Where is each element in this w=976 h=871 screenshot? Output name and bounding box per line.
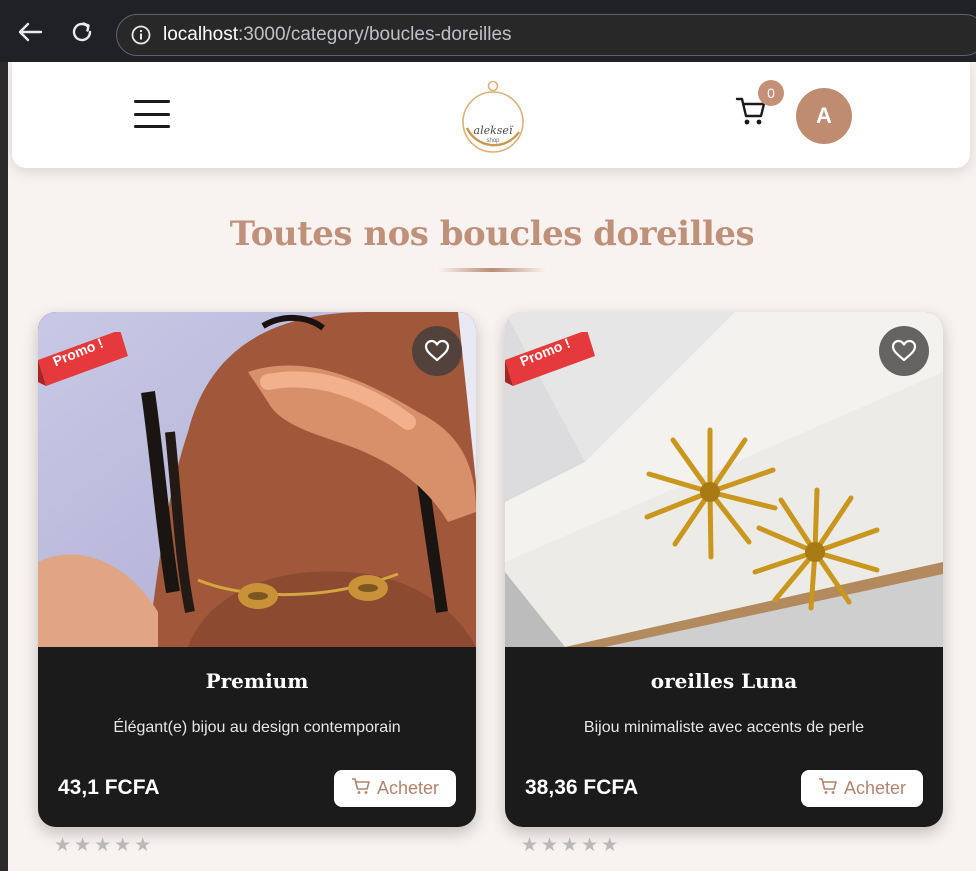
product-price: 43,1 FCFA bbox=[58, 776, 160, 799]
title-underline bbox=[438, 268, 546, 272]
wishlist-heart-icon[interactable] bbox=[879, 326, 929, 376]
product-card-body: oreilles Luna Bijou minimaliste avec acc… bbox=[505, 647, 943, 827]
page: alekseï shop 0 A Toutes nos boucles dore… bbox=[8, 62, 976, 871]
url-text: localhost:3000/category/boucles-doreille… bbox=[163, 24, 512, 46]
browser-toolbar: localhost:3000/category/boucles-doreille… bbox=[0, 0, 976, 62]
buy-button[interactable]: Acheter bbox=[334, 770, 456, 807]
star-icon[interactable]: ★ bbox=[134, 834, 151, 856]
star-icon[interactable]: ★ bbox=[54, 834, 71, 856]
address-bar[interactable]: localhost:3000/category/boucles-doreille… bbox=[116, 14, 976, 56]
url-path: :3000/category/boucles-doreilles bbox=[238, 24, 512, 45]
star-icon[interactable]: ★ bbox=[521, 834, 538, 856]
shop-logo[interactable]: alekseï shop bbox=[457, 78, 529, 156]
product-image[interactable]: Promo ! bbox=[505, 312, 943, 647]
product-name[interactable]: Premium bbox=[38, 669, 476, 693]
star-icon[interactable]: ★ bbox=[601, 834, 618, 856]
product-image[interactable]: Promo ! bbox=[38, 312, 476, 647]
product-card[interactable]: Promo ! oreilles Luna Bijou minimaliste … bbox=[505, 312, 943, 827]
promo-badge: Promo ! bbox=[38, 332, 132, 386]
cart-icon bbox=[351, 777, 371, 800]
info-icon[interactable] bbox=[131, 25, 151, 45]
buy-button[interactable]: Acheter bbox=[801, 770, 923, 807]
back-arrow-icon[interactable] bbox=[16, 18, 44, 46]
site-header: alekseï shop 0 A bbox=[12, 62, 970, 168]
wishlist-heart-icon[interactable] bbox=[412, 326, 462, 376]
url-host: localhost bbox=[163, 24, 238, 45]
buy-button-label: Acheter bbox=[376, 778, 440, 798]
product-price: 38,36 FCFA bbox=[525, 776, 639, 799]
product-rating[interactable]: ★ ★ ★ ★ ★ bbox=[521, 834, 618, 856]
star-icon[interactable]: ★ bbox=[74, 834, 91, 856]
product-card[interactable]: Promo ! Premium Élégant(e) bijou au desi… bbox=[38, 312, 476, 827]
user-avatar[interactable]: A bbox=[796, 88, 852, 144]
logo-subtext: shop bbox=[486, 138, 500, 144]
star-icon[interactable]: ★ bbox=[581, 834, 598, 856]
promo-badge: Promo ! bbox=[505, 332, 599, 386]
hamburger-menu-icon[interactable] bbox=[134, 100, 170, 128]
cart-count-badge: 0 bbox=[758, 80, 784, 106]
product-name[interactable]: oreilles Luna bbox=[505, 669, 943, 693]
star-icon[interactable]: ★ bbox=[114, 834, 131, 856]
reload-icon[interactable] bbox=[68, 18, 96, 46]
star-icon[interactable]: ★ bbox=[94, 834, 111, 856]
product-description: Élégant(e) bijou au design contemporain bbox=[113, 719, 401, 736]
logo-text: alekseï bbox=[473, 124, 513, 137]
buy-button-label: Acheter bbox=[843, 778, 907, 798]
product-description: Bijou minimaliste avec accents de perle bbox=[583, 719, 865, 736]
page-title: Toutes nos boucles doreilles bbox=[229, 214, 755, 254]
star-icon[interactable]: ★ bbox=[561, 834, 578, 856]
cart-icon bbox=[818, 777, 838, 800]
product-card-body: Premium Élégant(e) bijou au design conte… bbox=[38, 647, 476, 827]
star-icon[interactable]: ★ bbox=[541, 834, 558, 856]
product-rating[interactable]: ★ ★ ★ ★ ★ bbox=[54, 834, 151, 856]
